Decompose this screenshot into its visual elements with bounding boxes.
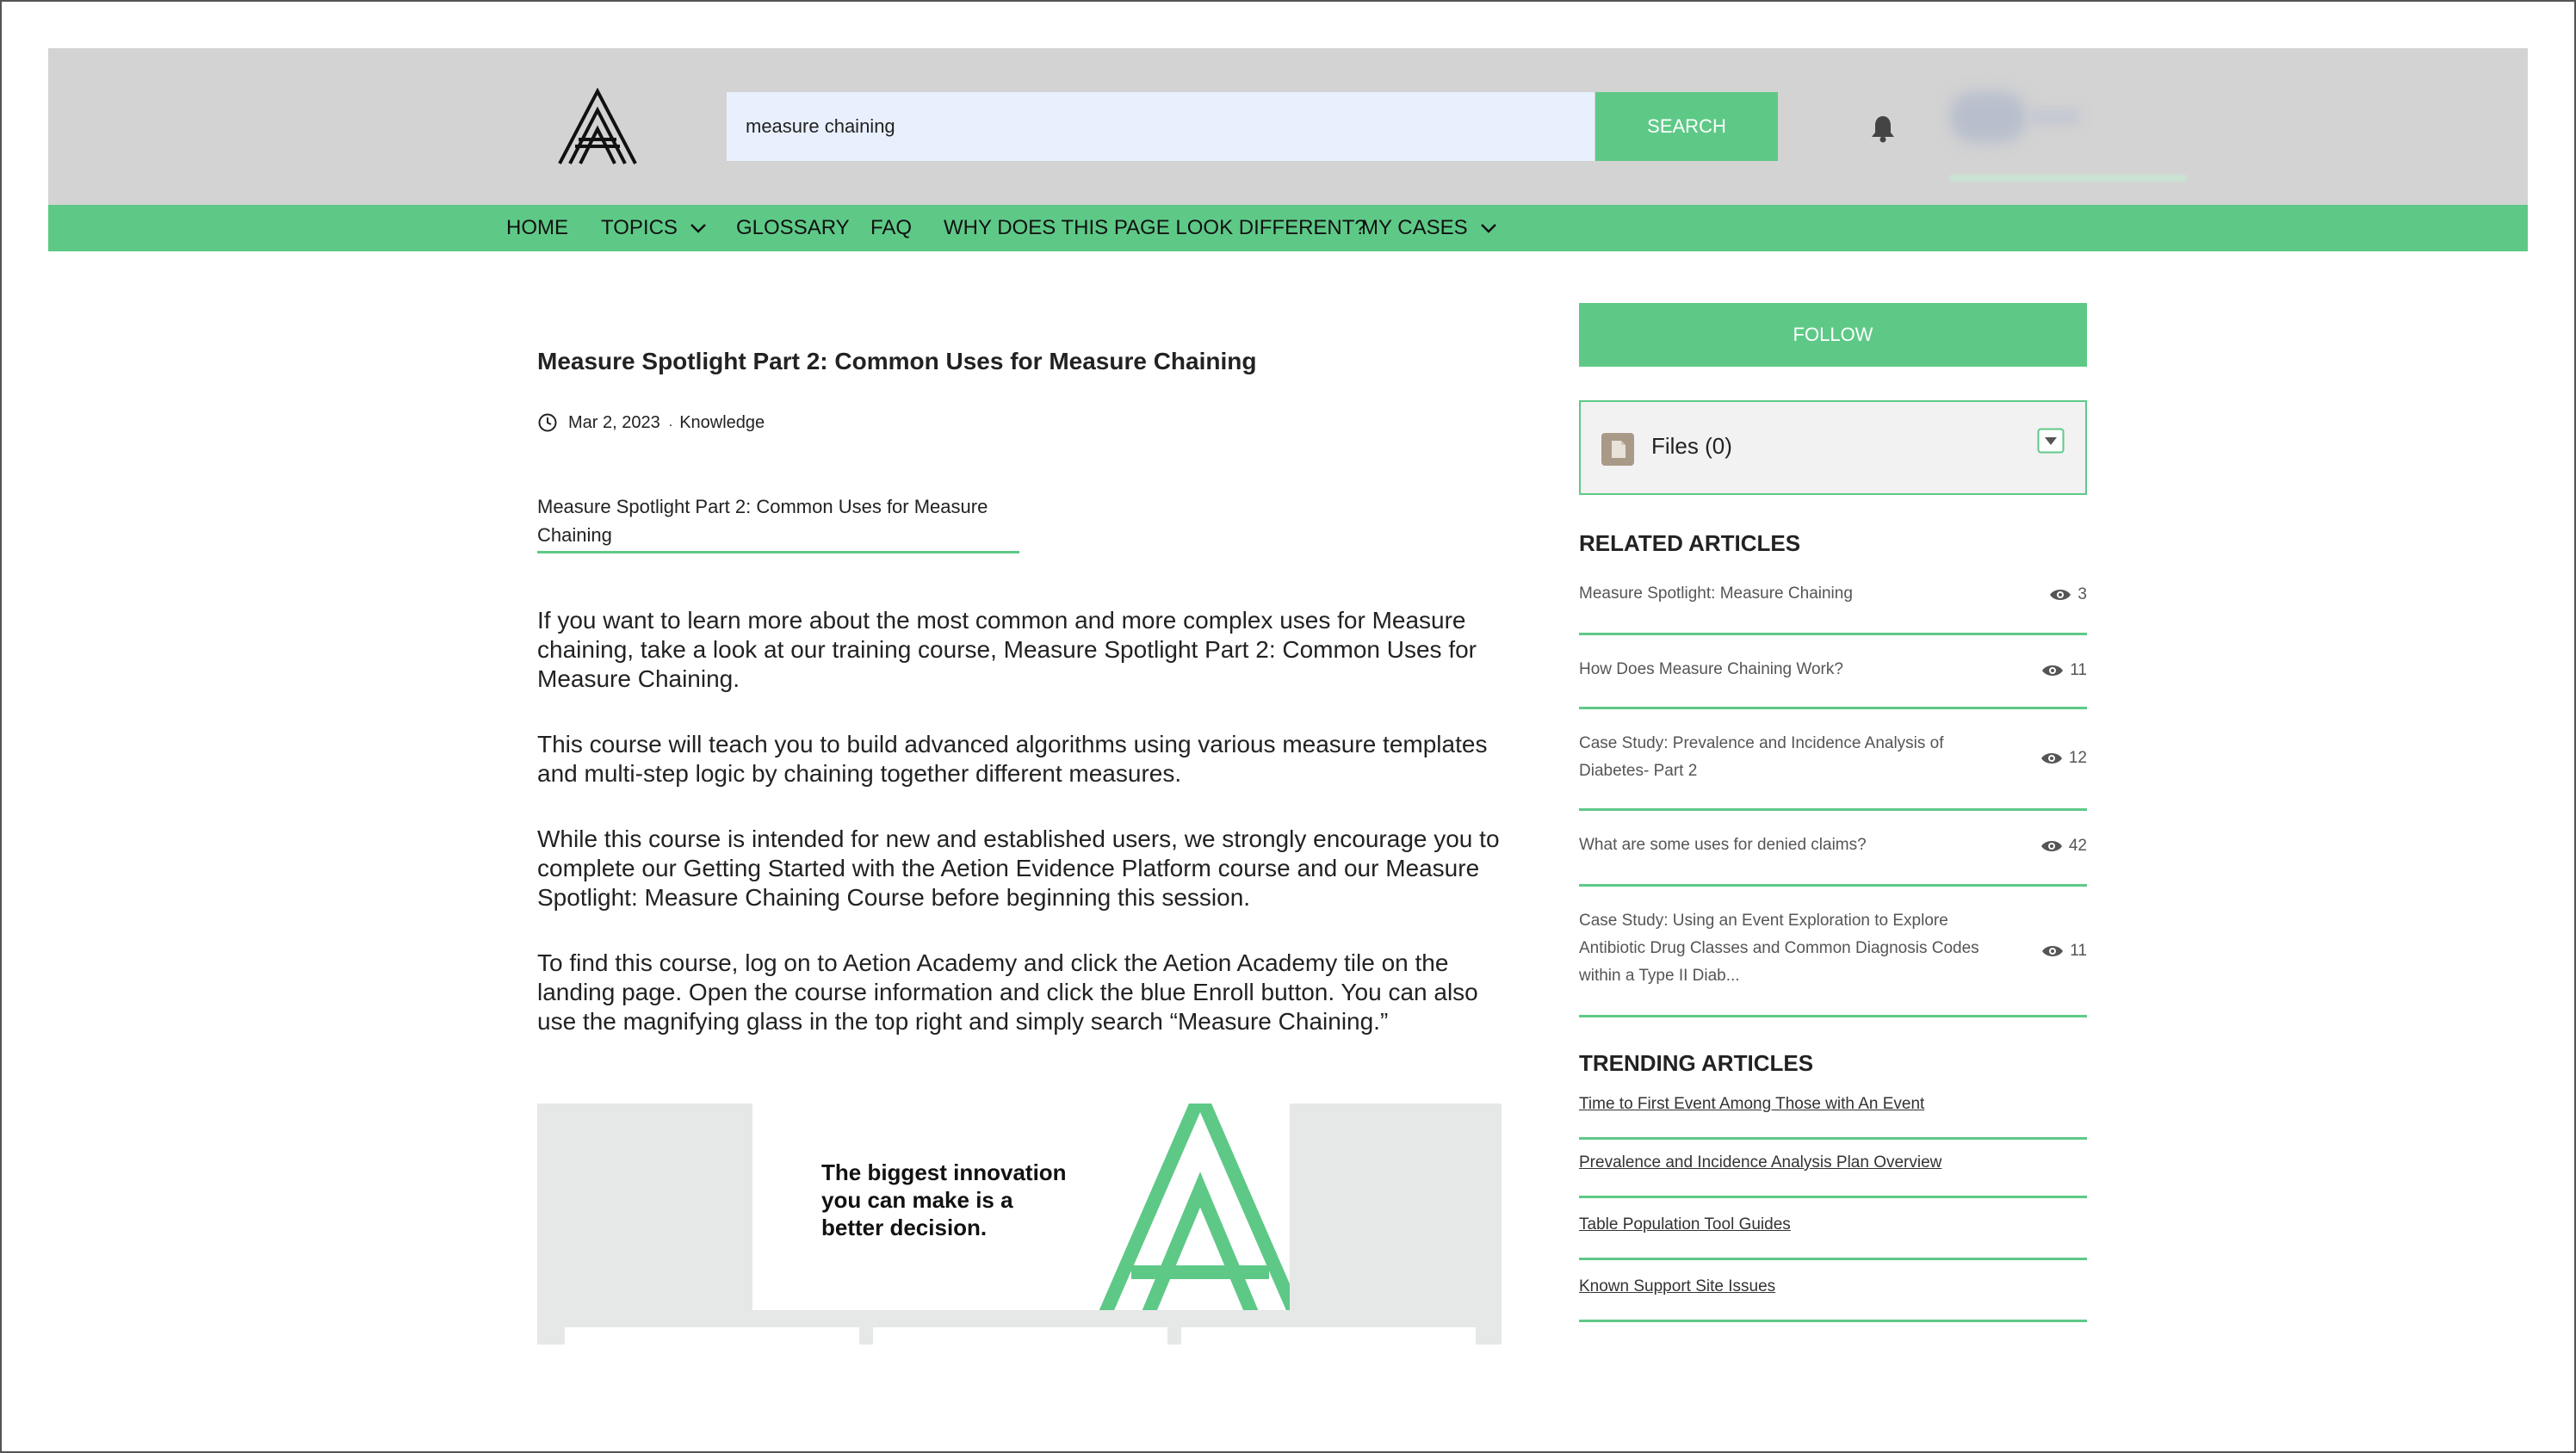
search-button[interactable]: SEARCH [1595, 92, 1778, 161]
eye-icon [2040, 753, 2062, 764]
article-paragraph: While this course is intended for new an… [537, 825, 1500, 911]
view-count: 42 [2040, 837, 2087, 856]
user-name-blurred[interactable] [2028, 108, 2080, 126]
avatar[interactable] [1949, 91, 2027, 143]
eye-icon [2042, 665, 2064, 676]
article-type: Knowledge [679, 412, 765, 432]
view-count: 12 [2040, 749, 2087, 768]
hero-tagline-line: you can make is a [821, 1187, 1013, 1213]
article-title: Measure Spotlight Part 2: Common Uses fo… [537, 348, 1257, 374]
trending-article-link[interactable]: Known Support Site Issues [1579, 1277, 1775, 1296]
aetion-logo[interactable] [556, 88, 639, 165]
trending-article-item[interactable]: Table Population Tool Guides [1579, 1202, 2087, 1260]
file-icon [1601, 433, 1634, 466]
eye-icon [2042, 946, 2064, 956]
main-nav: HOME TOPICS GLOSSARY FAQ WHY DOES THIS P… [48, 205, 2528, 251]
follow-button[interactable]: FOLLOW [1579, 303, 2087, 367]
bell-icon[interactable] [1868, 114, 1898, 143]
article-paragraph: This course will teach you to build adva… [537, 731, 1488, 787]
eye-icon [2040, 841, 2062, 851]
related-article-item[interactable]: How Does Measure Chaining Work? 11 [1579, 635, 2087, 709]
view-count: 3 [2048, 585, 2087, 604]
files-panel[interactable]: Files (0) [1579, 400, 2087, 495]
related-article-link[interactable]: Measure Spotlight: Measure Chaining [1579, 580, 2018, 608]
dropdown-toggle-icon[interactable] [2037, 428, 2065, 454]
article-hero-image: The biggest innovation you can make is a… [537, 1104, 1502, 1345]
trending-articles-title: TRENDING ARTICLES [1579, 1050, 1814, 1076]
files-label: Files (0) [1651, 433, 1732, 459]
nav-label: WHY DOES THIS PAGE LOOK DIFFERENT? [944, 216, 1366, 239]
view-count-value: 12 [2068, 749, 2087, 767]
hero-tagline-line: better decision. [821, 1215, 988, 1240]
nav-item-topics[interactable]: TOPICS [601, 205, 707, 251]
search-input[interactable] [727, 92, 1595, 161]
trending-article-link[interactable]: Time to First Event Among Those with An … [1579, 1095, 1924, 1114]
trending-article-item[interactable]: Prevalence and Incidence Analysis Plan O… [1579, 1140, 2087, 1198]
nav-item-faq[interactable]: FAQ [870, 205, 912, 251]
view-count-value: 11 [2070, 942, 2087, 960]
hero-tagline: The biggest innovation you can make is a… [821, 1159, 1067, 1241]
view-count: 11 [2040, 661, 2087, 680]
related-article-item[interactable]: Measure Spotlight: Measure Chaining 3 [1579, 568, 2087, 635]
view-count-value: 11 [2070, 661, 2087, 679]
related-article-item[interactable]: Case Study: Prevalence and Incidence Ana… [1579, 709, 2087, 811]
chevron-down-icon [690, 224, 706, 233]
nav-label: FAQ [870, 216, 913, 239]
site-header: SEARCH [48, 48, 2528, 205]
article-paragraph: If you want to learn more about the most… [537, 607, 1477, 692]
article-date: Mar 2, 2023 [568, 412, 660, 432]
aetion-logo [1099, 1104, 1290, 1310]
user-menu-underline [1949, 176, 2187, 181]
related-article-link[interactable]: Case Study: Using an Event Exploration t… [1579, 907, 2018, 990]
related-article-link[interactable]: How Does Measure Chaining Work? [1579, 656, 2018, 683]
hero-banner: The biggest innovation you can make is a… [752, 1104, 1290, 1310]
nav-item-glossary[interactable]: GLOSSARY [736, 205, 850, 251]
article-paragraph: To find this course, log on to Aetion Ac… [537, 949, 1478, 1035]
article-meta: Mar 2, 2023 . Knowledge [537, 410, 765, 436]
trending-article-link[interactable]: Table Population Tool Guides [1579, 1215, 1791, 1234]
view-count-value: 3 [2078, 585, 2087, 603]
hero-card [1181, 1327, 1476, 1345]
eye-icon [2050, 590, 2071, 600]
related-article-item[interactable]: What are some uses for denied claims? 42 [1579, 811, 2087, 887]
trending-article-item[interactable]: Time to First Event Among Those with An … [1579, 1081, 2087, 1140]
nav-label: GLOSSARY [736, 216, 850, 239]
hero-card [873, 1327, 1167, 1345]
nav-label: TOPICS [601, 216, 678, 239]
nav-item-home[interactable]: HOME [506, 205, 568, 251]
view-count: 11 [2040, 942, 2087, 961]
attachment-link[interactable]: Measure Spotlight Part 2: Common Uses fo… [537, 492, 1019, 553]
view-count-value: 42 [2068, 837, 2087, 855]
nav-item-why-different[interactable]: WHY DOES THIS PAGE LOOK DIFFERENT? [944, 205, 1366, 251]
trending-article-item[interactable]: Known Support Site Issues [1579, 1264, 2087, 1322]
related-article-link[interactable]: What are some uses for denied claims? [1579, 832, 2018, 859]
nav-label: MY CASES [1361, 216, 1468, 239]
hero-card [565, 1327, 859, 1345]
meta-separator: . [668, 415, 673, 430]
trending-article-link[interactable]: Prevalence and Incidence Analysis Plan O… [1579, 1153, 1941, 1172]
clock-icon [538, 413, 557, 432]
related-article-item[interactable]: Case Study: Using an Event Exploration t… [1579, 887, 2087, 1017]
nav-label: HOME [506, 216, 568, 239]
hero-tagline-line: The biggest innovation [821, 1159, 1067, 1185]
related-articles-title: RELATED ARTICLES [1579, 530, 1801, 556]
nav-item-my-cases[interactable]: MY CASES [1361, 205, 1497, 251]
related-article-link[interactable]: Case Study: Prevalence and Incidence Ana… [1579, 730, 2018, 785]
chevron-down-icon [1480, 224, 1496, 233]
